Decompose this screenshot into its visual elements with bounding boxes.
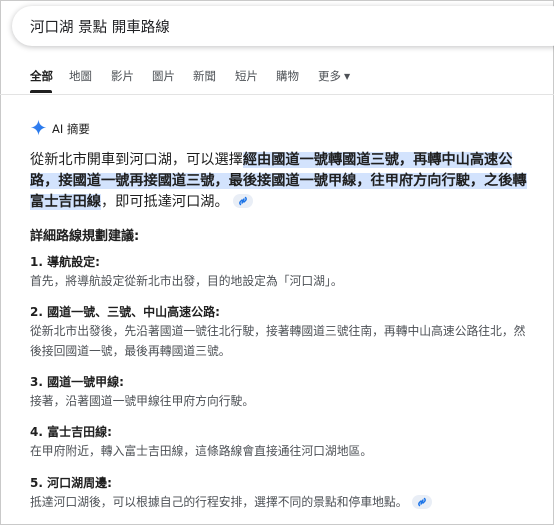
source-link-button[interactable] — [411, 494, 432, 509]
link-icon — [417, 497, 426, 506]
tab-more-label: 更多 — [318, 69, 341, 83]
sparkle-icon — [30, 119, 47, 136]
step-5-text: 抵達河口湖後，可以根據自己的行程安排，選擇不同的景點和停車地點。 — [30, 495, 408, 509]
step-2-body: 從新北市出發後，先沿著國道一號往北行駛，接著轉國道三號往南，再轉中山高速公路往北… — [30, 324, 526, 358]
step-1-body: 首先，將導航設定從新北市出發，目的地設定為「河口湖」。 — [30, 274, 343, 288]
step-2-title: 2. 國道一號、三號、中山高速公路: — [30, 305, 220, 319]
step-5-body: 抵達河口湖後，可以根據自己的行程安排，選擇不同的景點和停車地點。 — [30, 492, 535, 512]
intro-prefix: 從新北市開車到河口湖，可以選擇 — [30, 152, 243, 168]
search-input[interactable]: 河口湖 景點 開車路線 — [30, 16, 170, 37]
tabs-divider — [0, 94, 554, 95]
link-icon — [238, 196, 247, 206]
tab-maps[interactable]: 地圖 — [69, 68, 92, 84]
step-4-title: 4. 富士吉田線: — [30, 425, 112, 439]
step-3-body: 接著，沿著國道一號甲線往甲府方向行駛。 — [30, 394, 255, 408]
tab-shorts[interactable]: 短片 — [235, 68, 258, 84]
step-4-body: 在甲府附近，轉入富士吉田線，這條路線會直接通往河口湖地區。 — [30, 444, 373, 458]
ai-overview-label: AI 摘要 — [52, 122, 90, 136]
caret-down-icon: ▼ — [344, 72, 351, 81]
tab-videos[interactable]: 影片 — [111, 68, 134, 84]
intro-suffix: ，即可抵達河口湖。 — [100, 194, 229, 210]
tab-shopping[interactable]: 購物 — [276, 68, 299, 84]
tab-more[interactable]: 更多 ▼ — [318, 68, 350, 84]
active-tab-indicator — [30, 90, 52, 93]
ai-overview-intro: 從新北市開車到河口湖，可以選擇經由國道一號轉國道三號，再轉中山高速公路，接國道一… — [30, 150, 535, 213]
search-tabs: 全部 地圖 影片 圖片 新聞 短片 購物 更多 ▼ — [0, 60, 554, 94]
tab-news[interactable]: 新聞 — [193, 68, 216, 84]
step-3-title: 3. 國道一號甲線: — [30, 375, 124, 389]
source-link-button[interactable] — [232, 194, 253, 208]
tab-all[interactable]: 全部 — [30, 68, 53, 84]
route-section-title: 詳細路線規劃建議: — [30, 229, 140, 244]
step-5-title: 5. 河口湖周邊: — [30, 476, 112, 490]
tab-images[interactable]: 圖片 — [152, 68, 175, 84]
step-1-title: 1. 導航設定: — [30, 255, 100, 269]
intro-highlight-road: 富士吉田線 — [30, 194, 101, 210]
search-bar[interactable]: 河口湖 景點 開車路線 — [12, 6, 554, 46]
